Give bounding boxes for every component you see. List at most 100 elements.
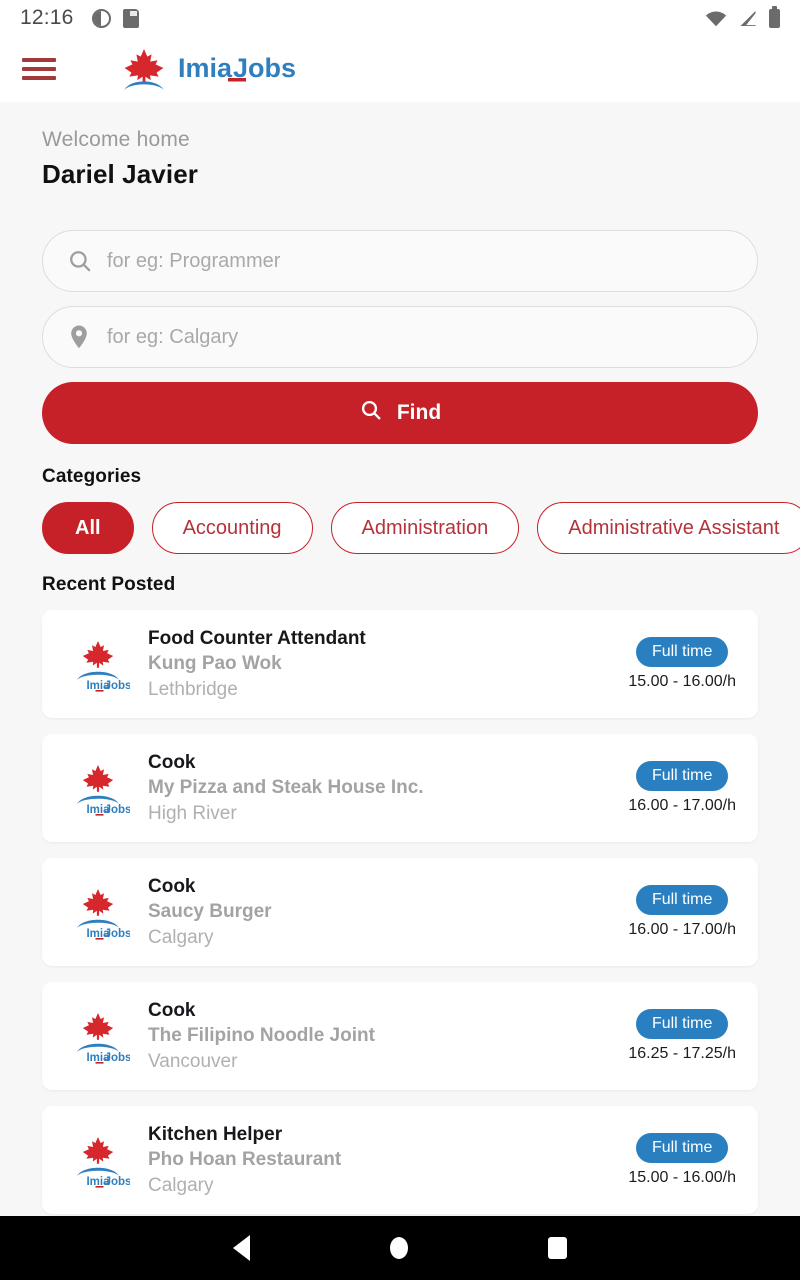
job-city: Vancouver — [148, 1050, 238, 1072]
keyword-search-field[interactable] — [42, 230, 758, 292]
job-company: Pho Hoan Restaurant — [148, 1149, 342, 1171]
map-pin-icon — [67, 324, 97, 350]
job-title: Kitchen Helper — [148, 1124, 283, 1146]
svg-text:Jobs: Jobs — [105, 804, 130, 816]
job-city: Calgary — [148, 926, 214, 948]
job-info: Food Counter Attendant Kung Pao Wok Lethbr… — [136, 626, 628, 701]
do-not-disturb-icon — [91, 8, 111, 28]
job-info: Cook My Pizza and Steak House Inc. High Ri… — [136, 750, 628, 825]
search-icon — [67, 248, 97, 274]
job-card[interactable]: Imia Jobs Food Counter Attendant Kung Pao… — [42, 610, 758, 718]
app-root: 12:16 Imia Jobs Welcome home Dariel Javi… — [0, 0, 800, 1280]
job-type-badge: Full time — [635, 761, 729, 791]
back-nav-icon[interactable] — [233, 1235, 250, 1261]
job-info: Cook The Filipino Noodle Joint Vancouver — [136, 998, 628, 1073]
svg-text:Imia: Imia — [178, 53, 233, 83]
welcome-header: Welcome home Dariel Javier — [0, 102, 800, 190]
wifi-icon — [705, 10, 727, 26]
company-logo-icon: Imia Jobs — [77, 889, 130, 940]
categories-title: Categories — [42, 466, 142, 487]
svg-text:Jobs: Jobs — [105, 1052, 130, 1064]
app-logo[interactable]: Imia Jobs — [118, 45, 338, 93]
search-section: Find — [0, 190, 800, 444]
job-type-badge: Full time — [635, 885, 729, 915]
category-chip-administration[interactable]: Administration — [330, 502, 520, 554]
android-navigation-bar — [0, 1216, 800, 1280]
recents-nav-icon[interactable] — [548, 1237, 567, 1259]
category-chip-label: Administrative Assistant — [568, 516, 780, 539]
job-salary: 16.25 - 17.25/h — [628, 1044, 736, 1062]
user-name: Dariel Javier — [42, 159, 198, 189]
welcome-greeting: Welcome home — [42, 128, 190, 151]
job-meta: Full time 16.25 - 17.25/h — [628, 1009, 736, 1063]
find-search-icon — [359, 398, 383, 428]
company-logo-icon: Imia Jobs — [77, 1137, 130, 1188]
cellular-signal-icon — [740, 10, 756, 26]
job-meta: Full time 16.00 - 17.00/h — [628, 885, 736, 939]
hamburger-line — [22, 67, 56, 71]
company-logo: Imia Jobs — [60, 760, 136, 816]
category-chip-label: Administration — [361, 516, 489, 539]
job-meta: Full time 16.00 - 17.00/h — [628, 761, 736, 815]
category-chip-accounting[interactable]: Accounting — [151, 502, 313, 554]
job-meta: Full time 15.00 - 16.00/h — [628, 637, 736, 691]
job-info: Kitchen Helper Pho Hoan Restaurant Calgary — [136, 1122, 628, 1197]
category-chip-all[interactable]: All — [42, 502, 134, 554]
job-salary: 16.00 - 17.00/h — [628, 920, 736, 938]
status-bar-clock: 12:16 — [20, 6, 74, 29]
status-bar-system-icons — [705, 5, 780, 28]
svg-text:Jobs: Jobs — [105, 928, 130, 940]
job-salary: 15.00 - 16.00/h — [628, 1168, 736, 1186]
company-logo-icon: Imia Jobs — [77, 1013, 130, 1064]
app-logo-wordmark: Imia Jobs — [178, 53, 296, 83]
job-meta: Full time 15.00 - 16.00/h — [628, 1133, 736, 1187]
company-logo-icon: Imia Jobs — [77, 765, 130, 816]
find-button[interactable]: Find — [42, 382, 758, 444]
category-chip-list[interactable]: All Accounting Administration Administrativ… — [0, 488, 800, 554]
status-bar: 12:16 — [0, 0, 800, 36]
job-title: Cook — [148, 876, 196, 898]
battery-icon — [769, 5, 780, 28]
job-company: The Filipino Noodle Joint — [148, 1025, 375, 1047]
job-company: Saucy Burger — [148, 901, 272, 923]
job-info: Cook Saucy Burger Calgary — [136, 874, 628, 949]
job-salary: 15.00 - 16.00/h — [628, 672, 736, 690]
home-nav-icon[interactable] — [390, 1237, 408, 1259]
location-input[interactable] — [97, 325, 733, 349]
job-card[interactable]: Imia Jobs Cook My Pizza and Steak House I… — [42, 734, 758, 842]
company-logo: Imia Jobs — [60, 1008, 136, 1064]
company-logo-icon: Imia Jobs — [77, 641, 130, 692]
company-logo: Imia Jobs — [60, 636, 136, 692]
status-bar-notification-icons — [91, 8, 139, 28]
svg-text:Jobs: Jobs — [105, 680, 130, 692]
svg-text:Jobs: Jobs — [105, 1176, 130, 1188]
job-title: Food Counter Attendant — [148, 628, 366, 650]
job-city: Lethbridge — [148, 678, 238, 700]
job-card[interactable]: Imia Jobs Cook Saucy Burger Calgary Full ti… — [42, 858, 758, 966]
job-city: Calgary — [148, 1174, 214, 1196]
search-input[interactable] — [97, 249, 733, 273]
hamburger-menu-icon[interactable] — [22, 56, 56, 82]
job-card[interactable]: Imia Jobs Kitchen Helper Pho Hoan Restaur… — [42, 1106, 758, 1214]
sd-card-icon — [122, 8, 139, 28]
recent-posted-title: Recent Posted — [42, 574, 176, 595]
category-chip-label: All — [75, 516, 101, 539]
location-search-field[interactable] — [42, 306, 758, 368]
job-list: Imia Jobs Food Counter Attendant Kung Pao… — [0, 610, 800, 1216]
job-title: Cook — [148, 752, 196, 774]
app-bar: Imia Jobs — [0, 36, 800, 102]
job-city: High River — [148, 802, 237, 824]
job-type-badge: Full time — [635, 1133, 729, 1163]
company-logo: Imia Jobs — [60, 1132, 136, 1188]
job-salary: 16.00 - 17.00/h — [628, 796, 736, 814]
find-button-label: Find — [396, 401, 442, 424]
job-type-badge: Full time — [635, 1009, 729, 1039]
category-chip-administrative-assistant[interactable]: Administrative Assistant — [537, 502, 800, 554]
hamburger-line — [22, 76, 56, 80]
job-type-badge: Full time — [635, 637, 729, 667]
job-title: Cook — [148, 1000, 196, 1022]
job-company: My Pizza and Steak House Inc. — [148, 777, 424, 799]
job-card[interactable]: Imia Jobs Cook The Filipino Noodle Joint V… — [42, 982, 758, 1090]
job-company: Kung Pao Wok — [148, 653, 282, 675]
main-content: Welcome home Dariel Javier for eg: Progr… — [0, 102, 800, 1216]
